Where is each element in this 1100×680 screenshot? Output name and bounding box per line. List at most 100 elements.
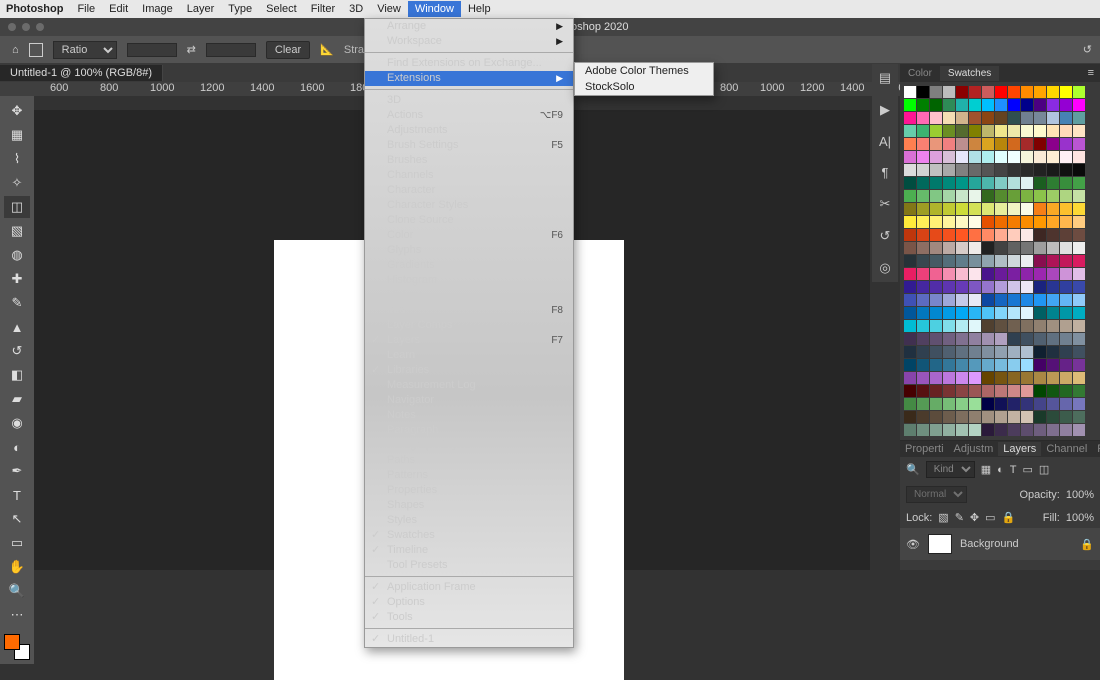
zoom-icon[interactable]: [36, 23, 44, 31]
swatch[interactable]: [1060, 281, 1072, 293]
menu-item-patterns[interactable]: Patterns: [365, 468, 573, 483]
pen-tool[interactable]: ✒: [4, 460, 30, 482]
swatch[interactable]: [982, 398, 994, 410]
swatch[interactable]: [1047, 398, 1059, 410]
menu-item-extensions[interactable]: Extensions▶: [365, 71, 573, 86]
tab-channel[interactable]: Channel: [1041, 442, 1092, 456]
swatch[interactable]: [943, 216, 955, 228]
swatch[interactable]: [1073, 177, 1085, 189]
swatch[interactable]: [956, 385, 968, 397]
swatch[interactable]: [969, 203, 981, 215]
swatch[interactable]: [904, 86, 916, 98]
swatch[interactable]: [956, 255, 968, 267]
swatch[interactable]: [1034, 216, 1046, 228]
swatch[interactable]: [956, 268, 968, 280]
layer-thumbnail[interactable]: [928, 534, 952, 554]
swatch[interactable]: [943, 99, 955, 111]
swatch[interactable]: [917, 333, 929, 345]
swatch[interactable]: [1047, 255, 1059, 267]
menu-layer[interactable]: Layer: [187, 3, 215, 15]
marquee-tool[interactable]: ▦: [4, 124, 30, 146]
swatch[interactable]: [982, 385, 994, 397]
swatch[interactable]: [995, 190, 1007, 202]
swatch[interactable]: [1060, 268, 1072, 280]
swatch[interactable]: [982, 268, 994, 280]
swatch[interactable]: [956, 333, 968, 345]
color-swatches[interactable]: [4, 634, 30, 660]
gradient-tool[interactable]: ▰: [4, 388, 30, 410]
swatch[interactable]: [943, 125, 955, 137]
menu-item-adjustments[interactable]: Adjustments: [365, 123, 573, 138]
menu-item-layer-comps[interactable]: Layer Comps: [365, 318, 573, 333]
swatch[interactable]: [904, 125, 916, 137]
swatch[interactable]: [1073, 125, 1085, 137]
swatch[interactable]: [1073, 372, 1085, 384]
swatch[interactable]: [1060, 359, 1072, 371]
move-tool[interactable]: ✥: [4, 100, 30, 122]
swatch[interactable]: [1034, 424, 1046, 436]
swatch[interactable]: [1047, 86, 1059, 98]
swatch[interactable]: [1034, 177, 1046, 189]
lock-trans-icon[interactable]: ▧: [938, 511, 948, 524]
swatch[interactable]: [1047, 268, 1059, 280]
swatch[interactable]: [1034, 385, 1046, 397]
menu-window[interactable]: Window: [408, 1, 461, 17]
swatch[interactable]: [1008, 346, 1020, 358]
swatch[interactable]: [956, 138, 968, 150]
swatch[interactable]: [982, 164, 994, 176]
wand-tool[interactable]: ✧: [4, 172, 30, 194]
swatch[interactable]: [995, 268, 1007, 280]
swatch[interactable]: [917, 359, 929, 371]
swatch[interactable]: [1021, 177, 1033, 189]
swatch[interactable]: [904, 333, 916, 345]
swatch[interactable]: [969, 151, 981, 163]
swatch[interactable]: [930, 242, 942, 254]
swatch[interactable]: [1021, 333, 1033, 345]
swatch[interactable]: [943, 190, 955, 202]
lock-pos-icon[interactable]: ✥: [970, 511, 979, 524]
swatch[interactable]: [917, 177, 929, 189]
swatch[interactable]: [930, 385, 942, 397]
crop-tool[interactable]: ◫: [4, 196, 30, 218]
swatch[interactable]: [904, 99, 916, 111]
swatch[interactable]: [1021, 164, 1033, 176]
home-icon[interactable]: ⌂: [12, 44, 19, 56]
swatch[interactable]: [1034, 372, 1046, 384]
swatch[interactable]: [956, 190, 968, 202]
menu-item-options[interactable]: ✓Options: [365, 595, 573, 610]
foreground-color[interactable]: [4, 634, 20, 650]
swatch[interactable]: [930, 320, 942, 332]
menu-item-timeline[interactable]: ✓Timeline: [365, 543, 573, 558]
close-icon[interactable]: [8, 23, 16, 31]
swatch[interactable]: [1008, 112, 1020, 124]
swatch[interactable]: [1073, 346, 1085, 358]
swatch[interactable]: [1021, 255, 1033, 267]
swatch[interactable]: [982, 99, 994, 111]
swatch[interactable]: [969, 255, 981, 267]
menu-item-history[interactable]: History: [365, 288, 573, 303]
swatch[interactable]: [917, 411, 929, 423]
swatch[interactable]: [943, 281, 955, 293]
lock-paint-icon[interactable]: ✎: [955, 511, 964, 524]
lock-all-icon[interactable]: 🔒: [1002, 511, 1016, 524]
swatch[interactable]: [904, 320, 916, 332]
swatch[interactable]: [943, 138, 955, 150]
swatch[interactable]: [956, 99, 968, 111]
menu-item-paragraph-styles[interactable]: Paragraph Styles: [365, 438, 573, 453]
swatch[interactable]: [995, 359, 1007, 371]
swatch[interactable]: [1073, 190, 1085, 202]
swatch[interactable]: [943, 151, 955, 163]
swatch[interactable]: [1060, 138, 1072, 150]
swatch[interactable]: [1021, 281, 1033, 293]
swatch[interactable]: [1060, 346, 1072, 358]
swatch[interactable]: [1047, 190, 1059, 202]
swatch[interactable]: [956, 372, 968, 384]
swatch[interactable]: [930, 138, 942, 150]
swatch[interactable]: [956, 177, 968, 189]
swatch[interactable]: [969, 307, 981, 319]
filter-pixel-icon[interactable]: ▦: [981, 463, 991, 476]
swatch[interactable]: [1034, 229, 1046, 241]
swatch[interactable]: [956, 359, 968, 371]
swatch[interactable]: [917, 203, 929, 215]
swatch[interactable]: [969, 372, 981, 384]
